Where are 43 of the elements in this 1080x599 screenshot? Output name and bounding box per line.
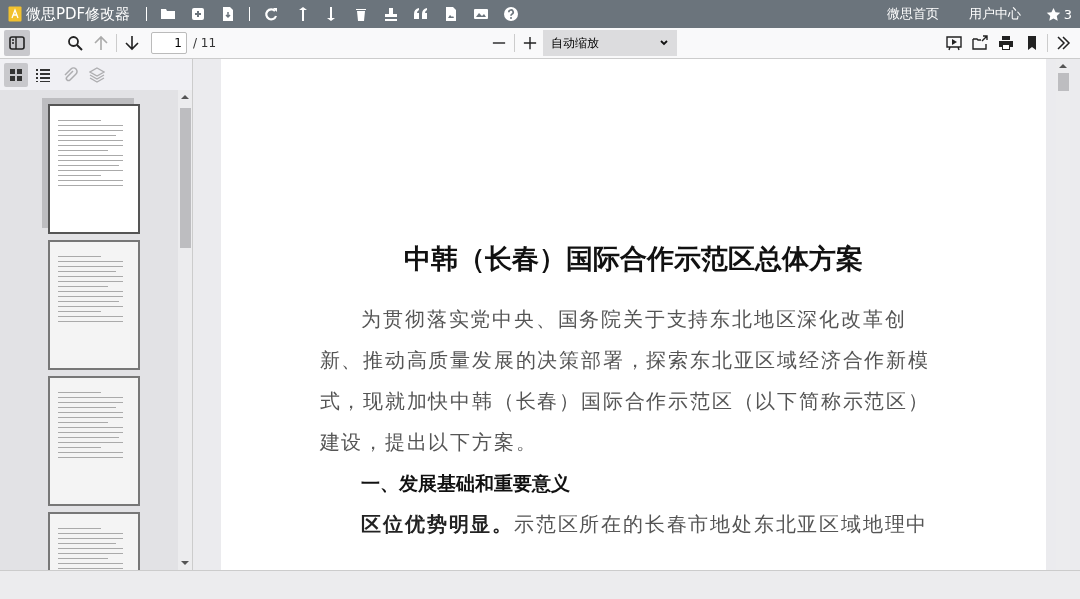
sidebar-toggle-button[interactable] [4, 30, 30, 56]
page-thumbnail[interactable] [48, 240, 140, 370]
stamp-icon[interactable] [383, 6, 400, 22]
thumbnails-icon [8, 66, 24, 83]
sidebar-icon [9, 35, 25, 51]
nav-link[interactable]: 微思首页 [886, 5, 939, 23]
document-paragraph: 为贯彻落实党中央、国务院关于支持东北地区深化改革创新、推动高质量发展的决策部署，探索东北亚区域经济合作新模式，现就加快中韩（长春）国际合作示范区（以下简称示范区）建设，提出以下方案。 [319, 307, 931, 456]
presentation-icon [946, 35, 962, 51]
scrollbar-thumb[interactable] [1057, 73, 1069, 91]
scroll-up-icon[interactable] [1059, 62, 1067, 70]
quote-icon[interactable] [413, 6, 430, 22]
plus-icon [523, 36, 538, 50]
layers-icon [89, 66, 105, 83]
document-paragraph: 区位优势明显。示范区所在的长春市地处东北亚区域地理中 [360, 512, 930, 538]
double-chevron-icon [1055, 35, 1071, 51]
folder-export-icon [972, 35, 988, 51]
section-heading: 一、发展基础和重要意义 [360, 471, 572, 496]
up-arrow-icon [93, 35, 109, 51]
sidebar-tab[interactable] [4, 62, 28, 87]
star-count: 3 [1063, 6, 1072, 22]
page-thumbnail[interactable] [48, 376, 140, 506]
scroll-down-icon[interactable] [181, 559, 189, 567]
image-icon[interactable] [473, 6, 490, 22]
down-arrow-icon [124, 35, 140, 51]
rotate-icon[interactable] [263, 6, 280, 22]
nav-link[interactable]: 用户中心 [968, 5, 1021, 23]
app-title: 微思PDF修改器 [26, 4, 131, 24]
zoom-dropdown[interactable]: 自动缩放 [543, 30, 678, 56]
folder-icon[interactable] [160, 6, 177, 22]
outline-icon [35, 66, 51, 83]
search-icon [67, 35, 83, 51]
help-icon[interactable] [503, 6, 520, 22]
plus-icon[interactable] [190, 6, 207, 22]
page-number-field[interactable]: 1 [151, 32, 187, 54]
attachments-icon [62, 66, 78, 83]
star-icon [1045, 6, 1061, 22]
printer-icon [998, 35, 1014, 51]
scroll-up-icon[interactable] [181, 93, 189, 101]
document-title: 中韩（长春）国际合作示范区总体方案 [404, 242, 863, 276]
pdf-file-icon [8, 6, 22, 22]
scrollbar-thumb[interactable] [179, 108, 191, 248]
page-total: / 11 [193, 36, 217, 50]
chevron-down-icon [659, 38, 670, 48]
